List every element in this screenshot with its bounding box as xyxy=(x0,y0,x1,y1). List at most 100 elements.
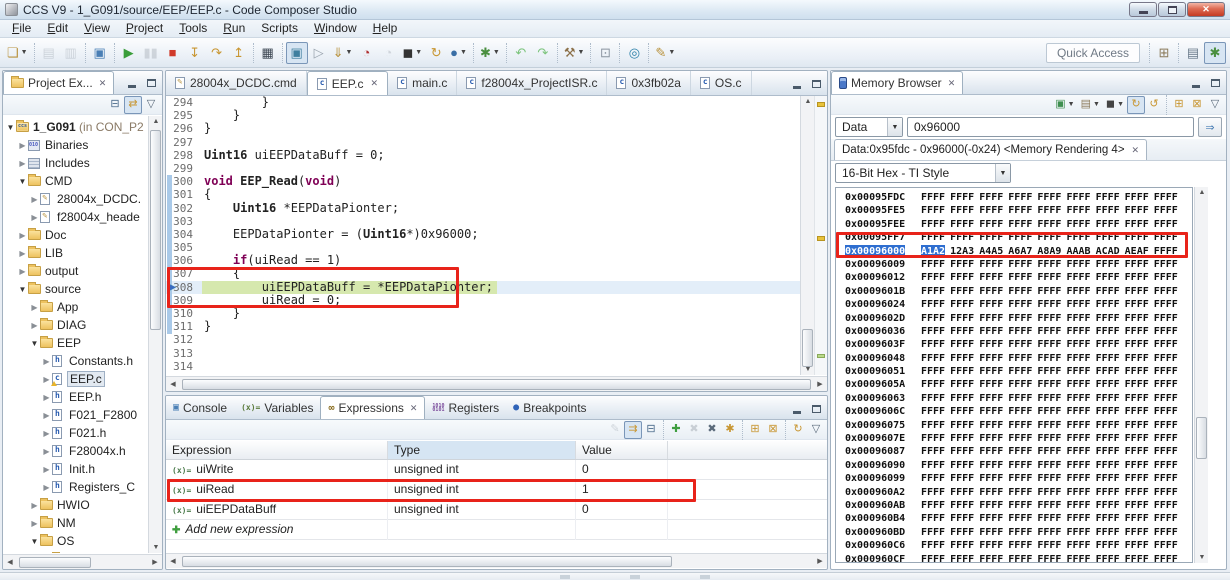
memory-word[interactable]: FFFF xyxy=(1096,271,1120,284)
memory-word[interactable]: FFFF xyxy=(1154,338,1178,351)
memory-word[interactable]: FFFF xyxy=(1096,486,1120,499)
tab-28004x-dcdc-cmd[interactable]: 28004x_DCDC.cmd xyxy=(166,71,307,95)
memory-word[interactable]: AAAB xyxy=(1066,245,1090,258)
memory-word[interactable]: FFFF xyxy=(979,486,1003,499)
memory-word[interactable]: FFFF xyxy=(950,432,974,445)
memory-word[interactable]: FFFF xyxy=(979,432,1003,445)
memory-word[interactable]: FFFF xyxy=(979,204,1003,217)
memory-word[interactable]: FFFF xyxy=(1037,445,1061,458)
menu-view[interactable]: View xyxy=(76,20,118,38)
memory-word[interactable]: FFFF xyxy=(921,218,945,231)
memory-word[interactable]: FFFF xyxy=(1037,352,1061,365)
memory-word[interactable]: FFFF xyxy=(1154,459,1178,472)
memory-word[interactable]: FFFF xyxy=(1037,365,1061,378)
collapse-arrow-icon[interactable]: ▼ xyxy=(29,537,40,546)
memory-word[interactable]: FFFF xyxy=(1096,539,1120,552)
memory-word[interactable]: FFFF xyxy=(1008,312,1032,325)
memory-address[interactable]: 0x00096075 xyxy=(845,419,905,432)
memory-word[interactable]: FFFF xyxy=(1066,459,1090,472)
memory-word[interactable]: FFFF xyxy=(1066,499,1090,512)
editor-hscrollbar[interactable]: ◀ ▶ xyxy=(166,376,827,391)
memory-row-0x00096009[interactable]: 0x00096009FFFFFFFFFFFFFFFFFFFFFFFFFFFFFF… xyxy=(845,258,1192,271)
memory-word[interactable]: FFFF xyxy=(1096,204,1120,217)
memory-row-0x0009607e[interactable]: 0x0009607EFFFFFFFFFFFFFFFFFFFFFFFFFFFFFF… xyxy=(845,432,1192,445)
memory-word[interactable]: FFFF xyxy=(921,204,945,217)
memory-word[interactable]: FFFF xyxy=(979,472,1003,485)
memory-word[interactable]: FFFF xyxy=(979,539,1003,552)
tree-item-f021-f2800[interactable]: ▶F021_F2800 xyxy=(3,406,148,424)
search-icon[interactable]: ◎ xyxy=(623,42,645,64)
memory-word[interactable]: FFFF xyxy=(979,459,1003,472)
memory-word[interactable]: FFFF xyxy=(1096,218,1120,231)
memory-address[interactable]: 0x00095FEE xyxy=(845,218,905,231)
refresh-icon[interactable]: ↻ xyxy=(789,421,807,439)
warning-marker[interactable] xyxy=(817,236,825,241)
memory-row-0x000960cf[interactable]: 0x000960CFFFFFFFFFFFFFFFFFFFFFFFFFFFFFFF… xyxy=(845,553,1192,563)
memory-word[interactable]: FFFF xyxy=(1096,312,1120,325)
memory-word[interactable]: FFFF xyxy=(1154,245,1178,258)
tree-item-includes[interactable]: ▶Includes xyxy=(3,154,148,172)
memory-word[interactable]: FFFF xyxy=(921,512,945,525)
memory-word[interactable]: FFFF xyxy=(979,325,1003,338)
expand-arrow-icon[interactable]: ▶ xyxy=(41,429,52,438)
memory-word[interactable]: FFFF xyxy=(1066,191,1090,204)
tab-expressions[interactable]: ∞Expressions✕ xyxy=(320,396,425,419)
memory-word[interactable]: FFFF xyxy=(1096,258,1120,271)
memory-word[interactable]: FFFF xyxy=(1066,285,1090,298)
memory-word[interactable]: FFFF xyxy=(1096,472,1120,485)
tree-item-os[interactable]: ▼OS xyxy=(3,532,148,550)
memory-row-0x00096024[interactable]: 0x00096024FFFFFFFFFFFFFFFFFFFFFFFFFFFFFF… xyxy=(845,298,1192,311)
memory-word[interactable]: FFFF xyxy=(1066,405,1090,418)
memory-word[interactable]: FFFF xyxy=(1154,285,1178,298)
tab-memory-browser[interactable]: Memory Browser ✕ xyxy=(831,71,963,94)
tab-os-c[interactable]: OS.c xyxy=(691,71,752,95)
memory-word[interactable]: FFFF xyxy=(1125,338,1149,351)
memory-word[interactable]: FFFF xyxy=(1096,191,1120,204)
collapse-arrow-icon[interactable]: ▼ xyxy=(17,285,28,294)
memory-word[interactable]: FFFF xyxy=(1037,258,1061,271)
memory-word[interactable]: FFFF xyxy=(950,512,974,525)
memory-word[interactable]: FFFF xyxy=(979,512,1003,525)
memory-word[interactable]: FFFF xyxy=(1066,312,1090,325)
memory-address[interactable]: 0x000960A2 xyxy=(845,486,905,499)
current-line-marker[interactable] xyxy=(817,354,825,358)
memory-word[interactable]: FFFF xyxy=(1037,392,1061,405)
memory-word[interactable]: FFFF xyxy=(950,553,974,563)
tree-item-constants-h[interactable]: ▶Constants.h xyxy=(3,352,148,370)
memory-word[interactable]: FFFF xyxy=(1066,472,1090,485)
memory-word[interactable]: FFFF xyxy=(979,312,1003,325)
memory-word[interactable]: FFFF xyxy=(921,419,945,432)
memory-word[interactable]: FFFF xyxy=(950,191,974,204)
memory-word[interactable]: FFFF xyxy=(1125,553,1149,563)
memory-address[interactable]: 0x00096036 xyxy=(845,325,905,338)
chevron-down-icon[interactable]: ▼ xyxy=(415,49,422,56)
memory-word[interactable]: FFFF xyxy=(1125,445,1149,458)
memory-word[interactable]: FFFF xyxy=(1008,526,1032,539)
add-expression-row[interactable]: ✚Add new expression xyxy=(166,520,827,540)
memory-word[interactable]: FFFF xyxy=(921,499,945,512)
memory-word[interactable]: FFFF xyxy=(1008,258,1032,271)
memory-word[interactable]: FFFF xyxy=(1154,539,1178,552)
memory-word[interactable]: FFFF xyxy=(1154,352,1178,365)
project-tree-vscrollbar[interactable]: ▲ ▼ xyxy=(148,116,162,553)
memory-row-0x00096000[interactable]: 0x00096000A1A212A3A4A5A6A7A8A9AAABACADAE… xyxy=(845,245,1192,258)
ccs-edit-perspective-icon[interactable]: ▤ xyxy=(1182,42,1204,64)
memory-word[interactable]: FFFF xyxy=(1066,338,1090,351)
save-icon[interactable]: ▤ xyxy=(38,42,60,64)
expand-arrow-icon[interactable]: ▶ xyxy=(29,501,40,510)
memory-word[interactable]: FFFF xyxy=(1096,285,1120,298)
memory-address[interactable]: 0x0009601B xyxy=(845,285,905,298)
memory-word[interactable]: FFFF xyxy=(1037,472,1061,485)
close-rendering-icon[interactable]: ✕ xyxy=(1130,145,1140,156)
minimize-view-button[interactable] xyxy=(1188,75,1204,90)
memory-row-0x0009602d[interactable]: 0x0009602DFFFFFFFFFFFFFFFFFFFFFFFFFFFFFF… xyxy=(845,312,1192,325)
memory-row-0x000960bd[interactable]: 0x000960BDFFFFFFFFFFFFFFFFFFFFFFFFFFFFFF… xyxy=(845,526,1192,539)
tab-variables[interactable]: (x)=Variables xyxy=(234,396,320,419)
tab-breakpoints[interactable]: ●Breakpoints xyxy=(506,396,593,419)
memory-word[interactable]: FFFF xyxy=(979,553,1003,563)
scroll-up-icon[interactable]: ▲ xyxy=(1195,189,1209,196)
memory-grid[interactable]: 0x00095FDCFFFFFFFFFFFFFFFFFFFFFFFFFFFFFF… xyxy=(835,187,1193,563)
memory-word[interactable]: FFFF xyxy=(1037,191,1061,204)
code-area[interactable]: 294 }295 }296}297298Uint16 uiEEPDataBuff… xyxy=(166,96,800,375)
memory-row-0x00096099[interactable]: 0x00096099FFFFFFFFFFFFFFFFFFFFFFFFFFFFFF… xyxy=(845,472,1192,485)
